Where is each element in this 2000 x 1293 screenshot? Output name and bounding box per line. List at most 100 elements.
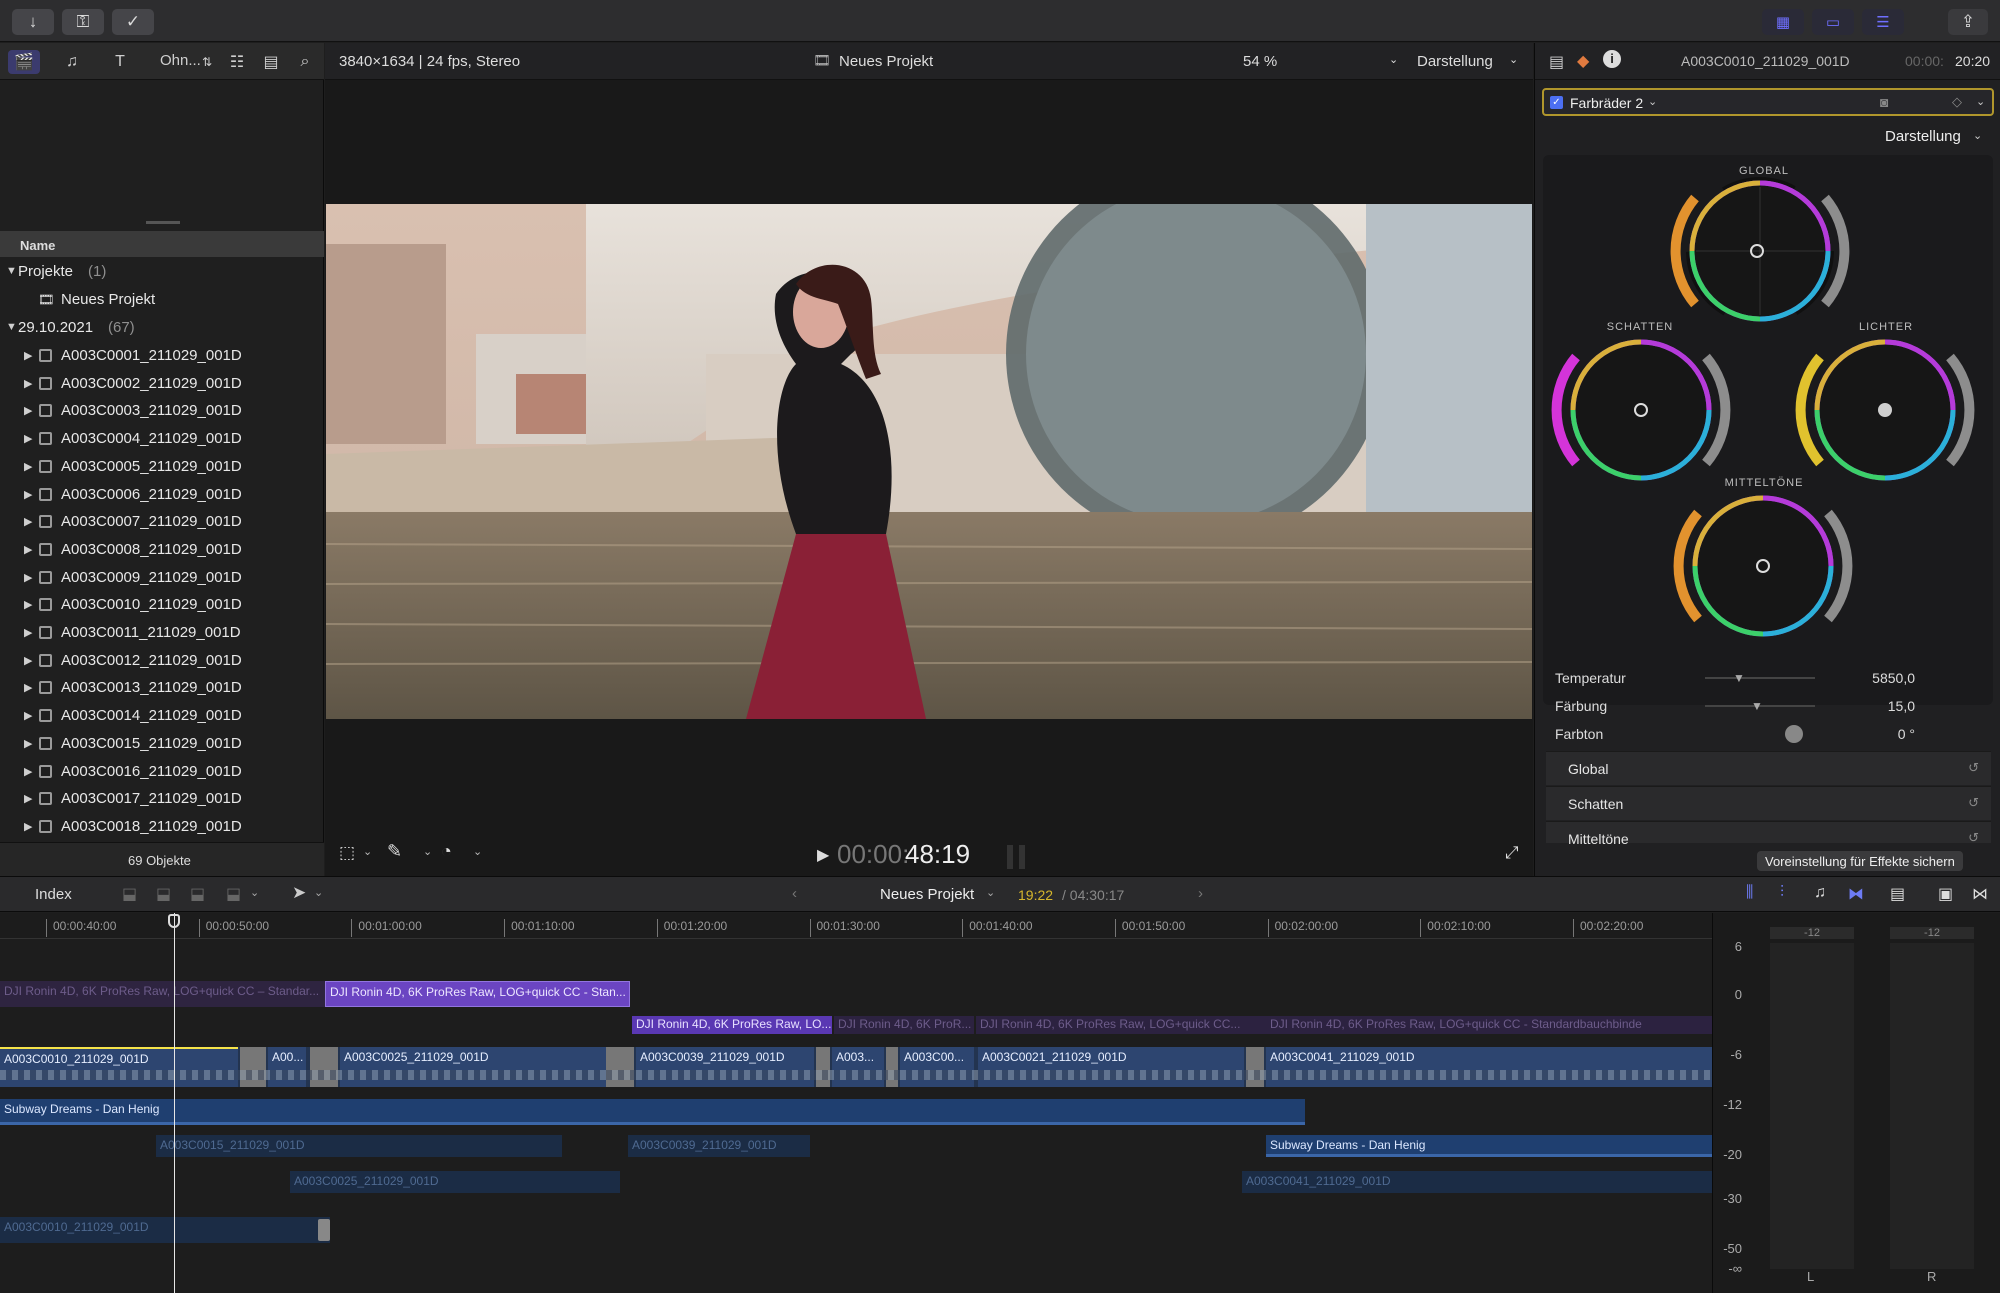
clip-item[interactable]: ▶ A003C0013_211029_001D: [0, 674, 324, 702]
disclosure-triangle-icon[interactable]: ▶: [24, 737, 32, 750]
clip-item[interactable]: ▶ A003C0015_211029_001D: [0, 730, 324, 758]
title-clip[interactable]: DJI Ronin 4D, 6K ProRes Raw, LO...: [632, 1016, 832, 1034]
title-clip[interactable]: DJI Ronin 4D, 6K ProRes Raw, LOG+quick C…: [976, 1016, 1266, 1034]
slider-thumb[interactable]: ▼: [1733, 671, 1745, 685]
transition-marker[interactable]: [1246, 1047, 1264, 1087]
title-clip[interactable]: DJI Ronin 4D, 6K ProRes Raw, LOG+quick C…: [1266, 1016, 1712, 1034]
audio-clip[interactable]: A003C0015_211029_001D: [156, 1135, 562, 1157]
timeline-tracks[interactable]: DJI Ronin 4D, 6K ProRes Raw, LOG+quick C…: [0, 913, 1712, 1293]
timeline-project-title[interactable]: Neues Projekt: [880, 886, 974, 903]
libraries-icon[interactable]: 🎬: [8, 50, 40, 74]
hue-dial[interactable]: [1785, 725, 1803, 743]
column-header-name[interactable]: Name: [0, 231, 324, 257]
magic-wand-icon[interactable]: ✎: [387, 841, 402, 862]
fullscreen-icon[interactable]: ⤢: [1505, 843, 1519, 863]
slider-thumb[interactable]: ▼: [1751, 699, 1763, 713]
video-clip[interactable]: A003C0025_211029_001D: [340, 1047, 606, 1087]
section-header[interactable]: Schatten ↺: [1546, 786, 1991, 820]
insert-icon[interactable]: ⬓: [156, 884, 171, 904]
forward-arrow-icon[interactable]: ›: [1198, 885, 1203, 902]
clip-item[interactable]: ▶ A003C0018_211029_001D: [0, 813, 324, 841]
section-header[interactable]: Mitteltöne ↺: [1546, 821, 1991, 847]
playhead-handle[interactable]: [168, 914, 180, 928]
import-icon[interactable]: ↓: [12, 9, 54, 35]
disclosure-triangle-icon[interactable]: ▶: [24, 709, 32, 722]
display-dropdown[interactable]: Darstellung: [1417, 53, 1493, 70]
disclosure-triangle-icon[interactable]: ▶: [24, 820, 32, 833]
section-header[interactable]: Global ↺: [1546, 751, 1991, 785]
disclosure-triangle-icon[interactable]: ▶: [24, 404, 32, 417]
slider-track[interactable]: [1705, 677, 1815, 679]
video-clip[interactable]: A003...: [832, 1047, 884, 1087]
clip-item[interactable]: ▶ A003C0005_211029_001D: [0, 453, 324, 481]
audio-clip[interactable]: A003C0010_211029_001D: [0, 1217, 330, 1243]
playhead[interactable]: [174, 913, 175, 1293]
project-item[interactable]: 🎞 Neues Projekt: [0, 286, 324, 314]
clip-icon[interactable]: ▭: [1812, 9, 1854, 35]
titles-icon[interactable]: T: [106, 50, 134, 74]
video-clip[interactable]: A003C00...: [900, 1047, 974, 1087]
disclosure-triangle-icon[interactable]: ▶: [24, 515, 32, 528]
reset-icon[interactable]: ↺: [1968, 830, 1979, 846]
clip-item[interactable]: ▶ A003C0006_211029_001D: [0, 481, 324, 509]
disclosure-triangle-icon[interactable]: ▶: [24, 377, 32, 390]
title-clip-selected[interactable]: DJI Ronin 4D, 6K ProRes Raw, LOG+quick C…: [325, 981, 630, 1007]
timecode-display[interactable]: 48:19: [905, 839, 970, 870]
reset-icon[interactable]: ↺: [1968, 795, 1979, 811]
chevron-down-icon[interactable]: ⌄: [250, 886, 259, 899]
photos-icon[interactable]: ♫: [58, 50, 86, 74]
music-clip[interactable]: Subway Dreams - Dan Henig: [0, 1099, 1305, 1125]
clip-item[interactable]: ▶ A003C0012_211029_001D: [0, 647, 324, 675]
transform-icon[interactable]: ⬚: [339, 843, 355, 863]
video-clip[interactable]: A003C0039_211029_001D: [636, 1047, 814, 1087]
audio-clip[interactable]: A003C0025_211029_001D: [290, 1171, 620, 1193]
chevron-down-icon[interactable]: ⌄: [473, 845, 482, 858]
clip-item[interactable]: ▶ A003C0002_211029_001D: [0, 370, 324, 398]
chevron-down-icon[interactable]: ⌄: [314, 886, 323, 899]
title-clip[interactable]: DJI Ronin 4D, 6K ProRes Raw, LOG+quick C…: [0, 981, 325, 1007]
parameter-row[interactable]: Temperatur ▼ 5850,0: [1555, 665, 1981, 693]
video-clip[interactable]: A003C0010_211029_001D: [0, 1047, 238, 1087]
video-clip[interactable]: A003C0041_211029_001D: [1266, 1047, 1712, 1087]
play-icon[interactable]: ▶: [817, 845, 829, 865]
clip-item[interactable]: ▶ A003C0011_211029_001D: [0, 619, 324, 647]
updown-icon[interactable]: ⇅: [200, 50, 214, 74]
clip-item[interactable]: ▶ A003C0016_211029_001D: [0, 758, 324, 786]
filmstrip-icon[interactable]: ▤: [260, 50, 282, 74]
disclosure-triangle-icon[interactable]: ▶: [24, 488, 32, 501]
clip-item[interactable]: ▶ A003C0014_211029_001D: [0, 702, 324, 730]
clip-item[interactable]: ▶ A003C0010_211029_001D: [0, 591, 324, 619]
audio-clip[interactable]: A003C0039_211029_001D: [628, 1135, 810, 1157]
clip-filter-dropdown[interactable]: Ohn...: [160, 52, 201, 76]
disclosure-triangle-icon[interactable]: ▶: [24, 432, 32, 445]
group-event[interactable]: ▼ 29.10.2021 (67): [0, 314, 324, 342]
headphones-icon[interactable]: ♫: [1814, 884, 1826, 902]
resize-handle[interactable]: [146, 221, 180, 224]
key-icon[interactable]: ⚿: [62, 9, 104, 35]
disclosure-triangle-icon[interactable]: ▶: [24, 349, 32, 362]
clip-item[interactable]: ▶ A003C0004_211029_001D: [0, 425, 324, 453]
parameter-row[interactable]: Farbton 0 °: [1555, 721, 1981, 749]
clip-item[interactable]: ▶ A003C0017_211029_001D: [0, 785, 324, 813]
index-button[interactable]: Index: [35, 886, 72, 903]
list-view-icon[interactable]: ☷: [226, 50, 248, 74]
clip-appearance-icon[interactable]: ▤: [1890, 884, 1905, 904]
check-circle-icon[interactable]: ✓: [112, 9, 154, 35]
music-clip[interactable]: Subway Dreams - Dan Henig: [1266, 1135, 1712, 1157]
chevron-down-icon[interactable]: ⌄: [363, 845, 372, 858]
disclosure-triangle-icon[interactable]: ▶: [24, 571, 32, 584]
disclosure-triangle-icon[interactable]: ▶: [24, 654, 32, 667]
audio-skimming-icon[interactable]: ⫼: [1746, 884, 1753, 902]
chevron-down-icon[interactable]: ⌄: [423, 845, 432, 858]
overwrite-icon[interactable]: ⬓: [226, 884, 241, 904]
disclosure-triangle-icon[interactable]: ▶: [24, 681, 32, 694]
parameter-row[interactable]: Färbung ▼ 15,0: [1555, 693, 1981, 721]
chevron-down-icon[interactable]: ⌄: [1509, 53, 1518, 66]
video-clip[interactable]: A00...: [268, 1047, 306, 1087]
transition-marker[interactable]: [310, 1047, 338, 1087]
group-projects[interactable]: ▼ Projekte (1): [0, 258, 324, 286]
transition-marker[interactable]: [240, 1047, 266, 1087]
disclosure-triangle-icon[interactable]: ▶: [24, 792, 32, 805]
reset-icon[interactable]: ↺: [1968, 760, 1979, 776]
transition-marker[interactable]: [816, 1047, 830, 1087]
